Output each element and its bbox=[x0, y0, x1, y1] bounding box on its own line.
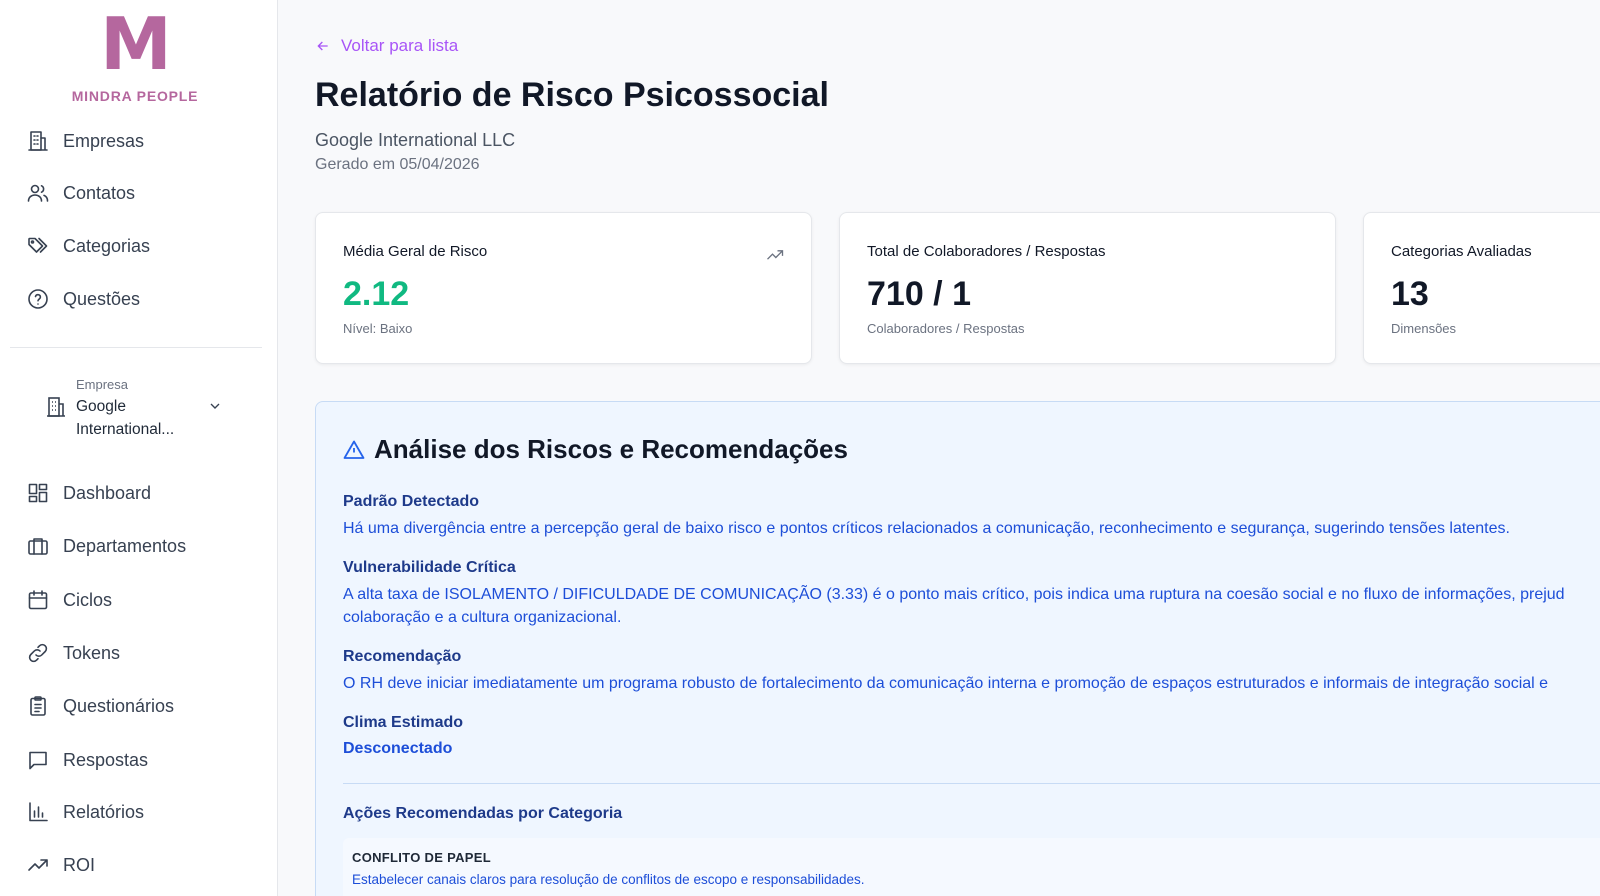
stat-card-categories: Categorias Avaliadas 13 Dimensões bbox=[1363, 212, 1600, 364]
stat-card-value: 710 / 1 bbox=[867, 275, 971, 313]
sidebar-item-label: ROI bbox=[63, 854, 96, 875]
page-title: Relatório de Risco Psicossocial bbox=[315, 76, 829, 114]
trending-up-icon bbox=[28, 859, 48, 871]
stat-card-subtitle: Colaboradores / Respostas bbox=[867, 321, 1025, 336]
sidebar-item-relatorios[interactable]: Relatórios bbox=[26, 797, 144, 827]
message-square-icon bbox=[29, 751, 47, 770]
alert-triangle-icon bbox=[343, 440, 365, 459]
analysis-title: Análise dos Riscos e Recomendações bbox=[374, 434, 848, 464]
climate-label: Clima Estimado bbox=[343, 714, 464, 731]
stat-card-value: 2.12 bbox=[343, 275, 410, 313]
sidebar-item-roi[interactable]: ROI bbox=[26, 850, 95, 880]
sidebar-divider bbox=[10, 347, 262, 348]
stat-card-title: Total de Colaboradores / Respostas bbox=[867, 243, 1106, 260]
actions-title: Ações Recomendadas por Categoria bbox=[343, 805, 623, 822]
sidebar-item-categorias[interactable]: Categorias bbox=[26, 231, 150, 261]
recommendation-label: Recomendação bbox=[343, 648, 462, 665]
pattern-text: Há uma divergência entre a percepção ger… bbox=[343, 520, 1510, 537]
stat-card-title: Categorias Avaliadas bbox=[1391, 243, 1532, 260]
vulnerability-label: Vulnerabilidade Crítica bbox=[343, 559, 516, 576]
sidebar-item-contatos[interactable]: Contatos bbox=[26, 178, 135, 208]
action-category: CONFLITO DE PAPEL bbox=[352, 850, 491, 865]
company-name: Google International LLC bbox=[315, 130, 516, 150]
analysis-header: Análise dos Riscos e Recomendações bbox=[342, 434, 848, 465]
sidebar-item-respostas[interactable]: Respostas bbox=[26, 745, 148, 775]
stat-card-collaborators: Total de Colaboradores / Respostas 710 /… bbox=[839, 212, 1336, 364]
brand-name: MINDRA PEOPLE bbox=[71, 88, 199, 104]
sidebar-item-questoes[interactable]: Questões bbox=[26, 284, 140, 314]
main-content: Voltar para lista Relatório de Risco Psi… bbox=[279, 0, 1600, 896]
users-icon bbox=[27, 184, 49, 202]
link-icon bbox=[28, 643, 48, 663]
dashboard-icon bbox=[28, 483, 48, 503]
building-icon bbox=[44, 395, 68, 424]
back-to-list-link[interactable]: Voltar para lista bbox=[315, 36, 458, 56]
sidebar-item-label: Categorias bbox=[63, 235, 151, 256]
recommendation-text: O RH deve iniciar imediatamente um progr… bbox=[343, 675, 1549, 692]
analysis-divider bbox=[343, 783, 1600, 784]
action-description: Estabelecer canais claros para resolução… bbox=[352, 872, 865, 887]
climate-value: Desconectado bbox=[343, 740, 453, 757]
stat-card-title: Média Geral de Risco bbox=[343, 243, 488, 260]
sidebar-item-departamentos[interactable]: Departamentos bbox=[26, 531, 186, 561]
calendar-icon bbox=[28, 590, 48, 610]
risk-analysis-panel: Análise dos Riscos e Recomendações Padrã… bbox=[315, 401, 1600, 896]
sidebar-item-label: Empresas bbox=[63, 130, 145, 151]
sidebar-item-label: Contatos bbox=[63, 182, 136, 203]
tags-icon bbox=[28, 237, 48, 253]
sidebar-item-label: Questões bbox=[63, 288, 141, 309]
company-selector[interactable]: Empresa Google International... bbox=[44, 375, 230, 438]
arrow-left-icon bbox=[317, 41, 328, 51]
bar-chart-icon bbox=[29, 802, 48, 822]
briefcase-icon bbox=[28, 538, 48, 555]
sidebar-item-label: Departamentos bbox=[63, 535, 187, 556]
clipboard-icon bbox=[30, 696, 46, 716]
sidebar-item-label: Ciclos bbox=[63, 589, 113, 610]
generated-date: Gerado em 05/04/2026 bbox=[315, 156, 480, 173]
stat-card-subtitle: Nível: Baixo bbox=[343, 321, 413, 336]
sidebar: M MINDRA PEOPLE Empresas Contatos Catego… bbox=[0, 0, 278, 896]
logo-mark: M bbox=[100, 2, 172, 86]
trending-up-icon bbox=[765, 245, 785, 270]
back-link-label: Voltar para lista bbox=[341, 36, 459, 55]
pattern-label: Padrão Detectado bbox=[343, 493, 480, 510]
sidebar-item-dashboard[interactable]: Dashboard bbox=[26, 478, 151, 508]
sidebar-item-questionarios[interactable]: Questionários bbox=[26, 691, 174, 721]
stat-card-risk-average: Média Geral de Risco 2.12 Nível: Baixo bbox=[315, 212, 812, 364]
building-icon bbox=[28, 131, 48, 151]
stat-card-subtitle: Dimensões bbox=[1391, 321, 1457, 336]
sidebar-item-empresas[interactable]: Empresas bbox=[26, 126, 144, 156]
sidebar-item-label: Questionários bbox=[63, 695, 175, 716]
company-selector-caption: Empresa bbox=[76, 377, 129, 392]
action-item: CONFLITO DE PAPEL Estabelecer canais cla… bbox=[343, 838, 1600, 896]
help-circle-icon bbox=[28, 289, 48, 309]
stat-card-value: 13 bbox=[1391, 275, 1429, 313]
vulnerability-text-continued: colaboração e a cultura organizacional. bbox=[343, 609, 622, 626]
chevron-down-icon[interactable] bbox=[207, 398, 223, 419]
brand-logo[interactable]: M MINDRA PEOPLE bbox=[0, 8, 270, 104]
sidebar-item-ciclos[interactable]: Ciclos bbox=[26, 585, 112, 615]
sidebar-item-tokens[interactable]: Tokens bbox=[26, 638, 120, 668]
sidebar-item-label: Dashboard bbox=[63, 482, 152, 503]
vulnerability-text: A alta taxa de ISOLAMENTO / DIFICULDADE … bbox=[343, 586, 1565, 603]
sidebar-item-label: Relatórios bbox=[63, 801, 145, 822]
sidebar-item-label: Tokens bbox=[63, 642, 121, 663]
company-selector-value: Google International... bbox=[76, 398, 175, 438]
sidebar-item-label: Respostas bbox=[63, 749, 149, 770]
